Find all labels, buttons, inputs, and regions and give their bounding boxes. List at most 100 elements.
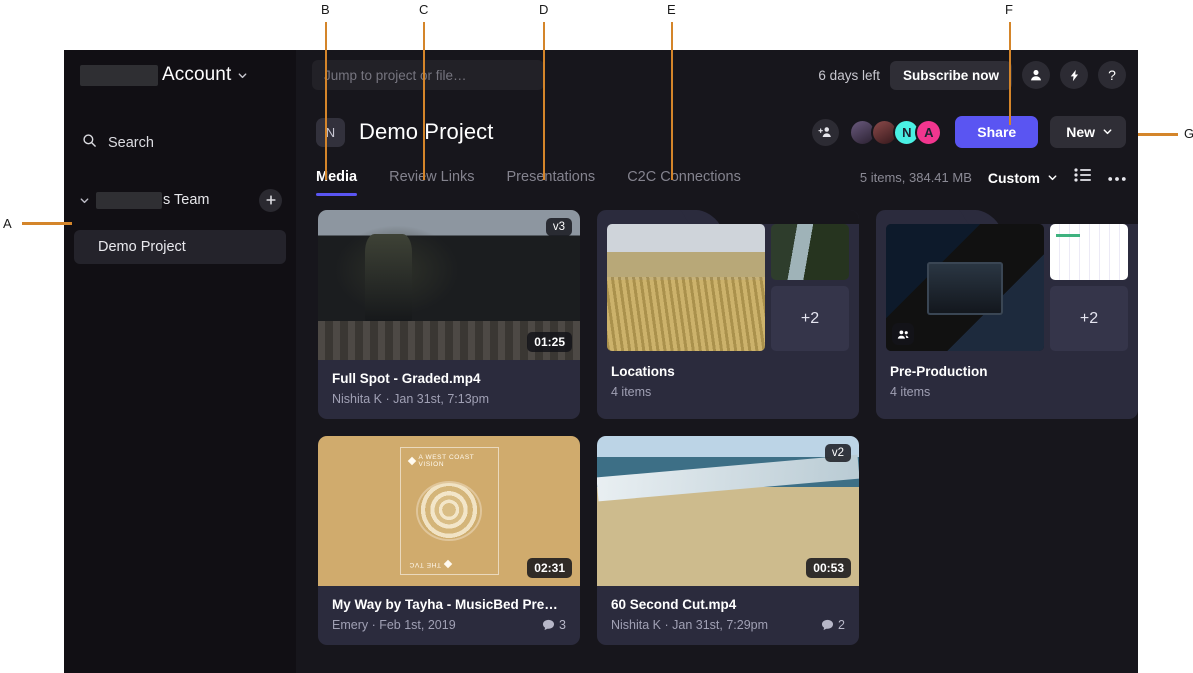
account-name-redacted xyxy=(80,65,158,86)
artwork-top-text: A WEST COAST VISION xyxy=(419,454,490,468)
media-title: My Way by Tayha - MusicBed Pre… xyxy=(332,597,566,612)
page-title: Demo Project xyxy=(359,119,493,145)
subscribe-button[interactable]: Subscribe now xyxy=(890,61,1012,90)
media-meta: Full Spot - Graded.mp4 Nishita K · Jan 3… xyxy=(318,360,580,419)
items-summary: 5 items, 384.41 MB xyxy=(860,170,972,185)
account-icon[interactable] xyxy=(1022,61,1050,89)
media-card[interactable]: v3 01:25 Full Spot - Graded.mp4 Nishita … xyxy=(318,210,580,419)
annotation-label-b: B xyxy=(321,2,330,17)
artwork-bottom-text: THE TVC xyxy=(409,561,441,568)
sidebar-item-demo-project[interactable]: Demo Project xyxy=(74,230,286,264)
comment-count-value: 3 xyxy=(559,618,566,632)
diamond-icon xyxy=(443,560,451,568)
annotation-label-c: C xyxy=(419,2,428,17)
folder-card[interactable]: +2 Locations 4 items xyxy=(597,210,859,419)
annotation-leader-e xyxy=(671,22,673,180)
media-title: Full Spot - Graded.mp4 xyxy=(332,371,566,386)
comment-icon xyxy=(542,619,555,631)
comment-count: 3 xyxy=(542,618,566,632)
team-group-header[interactable]: s Team xyxy=(64,184,296,216)
media-meta: My Way by Tayha - MusicBed Pre… Emery · … xyxy=(318,586,580,645)
project-avatar: N xyxy=(316,118,345,147)
annotation-leader-c xyxy=(423,22,425,180)
folder-meta: Pre-Production 4 items xyxy=(876,351,1138,414)
annotation-leader-g xyxy=(1138,133,1178,136)
folder-more-count: +2 xyxy=(771,286,849,351)
folder-subtitle: 4 items xyxy=(611,385,845,399)
list-view-icon[interactable] xyxy=(1074,168,1092,187)
tab-presentations[interactable]: Presentations xyxy=(507,169,596,196)
media-card[interactable]: v2 00:53 60 Second Cut.mp4 Nishita K · J… xyxy=(597,436,859,645)
annotation-label-g: G xyxy=(1184,126,1193,141)
list-toolbar: 5 items, 384.41 MB Custom xyxy=(860,168,1126,196)
sidebar: Account Search s Team xyxy=(64,50,296,673)
sidebar-search[interactable]: Search xyxy=(64,126,296,160)
avatar-initial: N xyxy=(902,125,911,140)
annotation-leader-d xyxy=(543,22,545,180)
media-subtitle: Nishita K · Jan 31st, 7:29pm 2 xyxy=(611,618,845,632)
annotation-label-f: F xyxy=(1005,2,1013,17)
annotation-leader-a xyxy=(22,222,72,225)
media-subtitle-text: Nishita K · Jan 31st, 7:13pm xyxy=(332,392,489,406)
screenshot-root: Account Search s Team xyxy=(0,0,1193,673)
artwork-bottom-text-row: THE TVC xyxy=(409,561,490,568)
add-person-icon[interactable] xyxy=(812,119,839,146)
share-button[interactable]: Share xyxy=(955,116,1038,148)
avatar[interactable]: A xyxy=(915,119,942,146)
media-subtitle-text: Emery · Feb 1st, 2019 xyxy=(332,618,456,632)
media-subtitle: Emery · Feb 1st, 2019 3 xyxy=(332,618,566,632)
duration-badge: 01:25 xyxy=(527,332,572,352)
folder-title: Locations xyxy=(611,364,845,379)
duration-badge: 02:31 xyxy=(527,558,572,578)
version-badge: v2 xyxy=(825,444,851,462)
folder-tab-shape xyxy=(876,210,1138,224)
folder-title: Pre-Production xyxy=(890,364,1124,379)
bolt-icon[interactable] xyxy=(1060,61,1088,89)
diamond-icon xyxy=(407,457,415,465)
sidebar-search-label: Search xyxy=(108,135,154,151)
add-project-button[interactable] xyxy=(259,189,282,212)
global-search-placeholder: Jump to project or file… xyxy=(324,68,467,83)
new-button[interactable]: New xyxy=(1050,116,1126,148)
tab-media[interactable]: Media xyxy=(316,169,357,196)
annotation-label-d: D xyxy=(539,2,548,17)
folder-meta: Locations 4 items xyxy=(597,351,859,414)
annotation-leader-f xyxy=(1009,22,1011,125)
media-meta: 60 Second Cut.mp4 Nishita K · Jan 31st, … xyxy=(597,586,859,645)
trial-status: 6 days left xyxy=(818,68,880,83)
app-window: Account Search s Team xyxy=(64,50,1138,673)
chevron-down-icon xyxy=(76,195,92,206)
account-switcher[interactable]: Account xyxy=(64,50,296,100)
folder-thumbnail-side xyxy=(1050,224,1128,280)
account-label: Account xyxy=(162,64,231,86)
folder-subtitle: 4 items xyxy=(890,385,1124,399)
folder-thumbnail-main xyxy=(607,224,765,351)
help-icon[interactable]: ? xyxy=(1098,61,1126,89)
team-label: s Team xyxy=(163,192,209,208)
media-subtitle-text: Nishita K · Jan 31st, 7:29pm xyxy=(611,618,768,632)
sort-dropdown-label: Custom xyxy=(988,170,1040,186)
comment-count: 2 xyxy=(821,618,845,632)
sort-dropdown[interactable]: Custom xyxy=(988,170,1058,186)
media-card[interactable]: A WEST COAST VISION THE TVC 02:31 xyxy=(318,436,580,645)
folder-more-count: +2 xyxy=(1050,286,1128,351)
folder-preview: +2 xyxy=(597,210,859,351)
new-button-label: New xyxy=(1066,124,1095,140)
chevron-down-icon xyxy=(1102,124,1113,140)
folder-preview: +2 xyxy=(876,210,1138,351)
media-thumbnail: v3 01:25 xyxy=(318,210,580,360)
avatar-initial: A xyxy=(924,125,933,140)
media-subtitle: Nishita K · Jan 31st, 7:13pm xyxy=(332,392,566,406)
version-badge: v3 xyxy=(546,218,572,236)
more-horizontal-icon[interactable] xyxy=(1108,169,1126,187)
media-grid: v3 01:25 Full Spot - Graded.mp4 Nishita … xyxy=(296,196,1138,645)
artwork-top-text-row: A WEST COAST VISION xyxy=(409,454,490,468)
global-search-input[interactable]: Jump to project or file… xyxy=(312,60,544,90)
duration-badge: 00:53 xyxy=(806,558,851,578)
folder-tab-shape xyxy=(597,210,859,224)
folder-card[interactable]: +2 Pre-Production 4 items xyxy=(876,210,1138,419)
top-bar-actions: 6 days left Subscribe now ? xyxy=(818,61,1126,90)
annotation-leader-b xyxy=(325,22,327,180)
tab-c2c-connections[interactable]: C2C Connections xyxy=(627,169,741,196)
tab-review-links[interactable]: Review Links xyxy=(389,169,474,196)
